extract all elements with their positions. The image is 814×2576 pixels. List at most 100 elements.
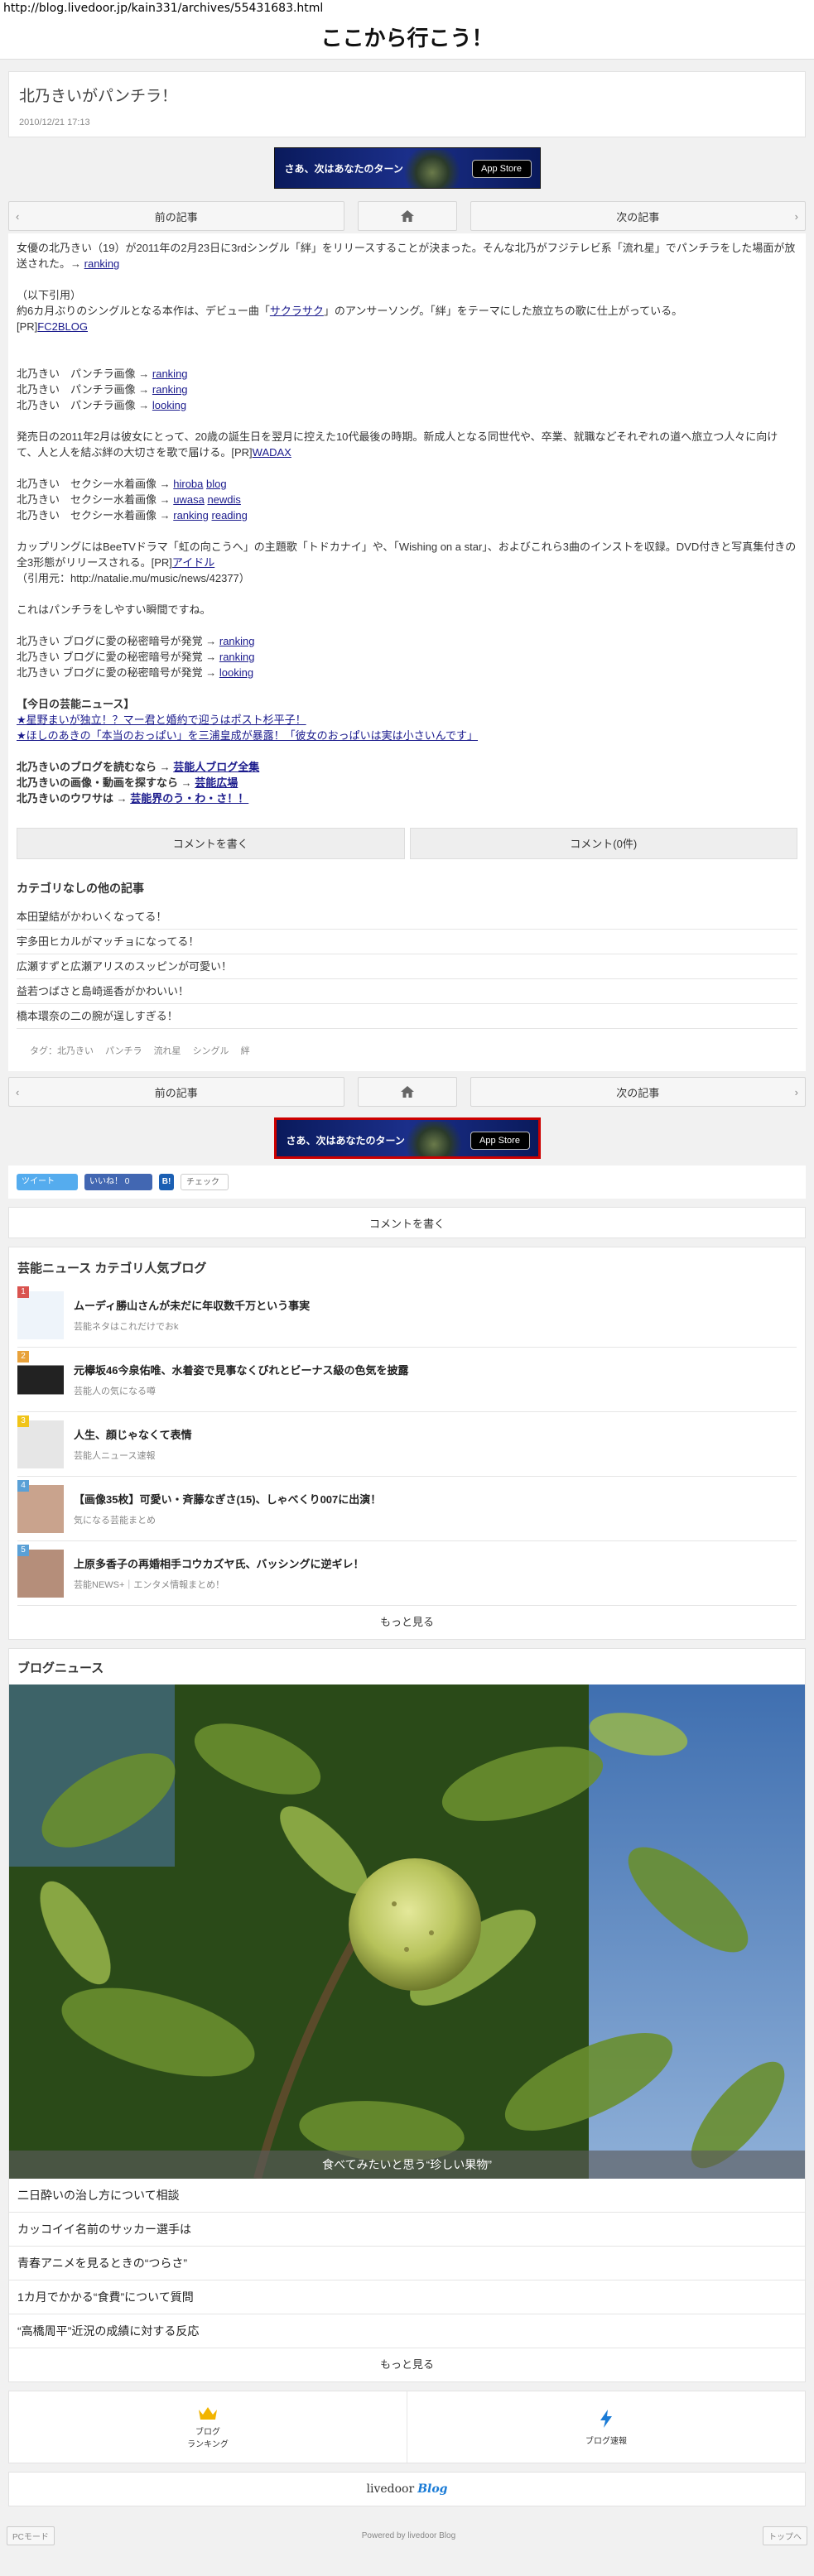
next-article-button[interactable]: 次の記事 › bbox=[470, 1077, 806, 1107]
sexy-line: 北乃きい セクシー水着画像 → hiroba blog bbox=[17, 478, 227, 490]
sexy-link[interactable]: reading bbox=[212, 509, 248, 521]
next-article-button[interactable]: 次の記事 › bbox=[470, 201, 806, 231]
popular-blogs: 芸能ニュース カテゴリ人気ブログ 1 ムーディ勝山さんが未だに年収数千万という事… bbox=[8, 1247, 806, 1640]
intro-link[interactable]: ranking bbox=[84, 257, 120, 270]
news-item[interactable]: 1カ月でかかる“食費”について質問 bbox=[9, 2280, 805, 2314]
crown-icon bbox=[199, 2407, 217, 2420]
tag[interactable]: パンチラ bbox=[105, 1046, 142, 1056]
app-store-badge: App Store bbox=[471, 160, 532, 178]
prev-article-button[interactable]: ‹ 前の記事 bbox=[8, 1077, 344, 1107]
ranking-source: 芸能NEWS+｜エンタメ情報まとめ！ bbox=[74, 1580, 225, 1590]
article-title: 北乃きいがパンチラ！ bbox=[19, 88, 177, 105]
sexy-link[interactable]: hiroba bbox=[173, 478, 203, 490]
write-comment-button[interactable]: コメントを書く bbox=[8, 1207, 806, 1238]
more-line: 北乃きいのウワサは → 芸能界のう・わ・さ！！ bbox=[17, 792, 249, 805]
blog-title[interactable]: ここから行こう！ bbox=[0, 18, 814, 60]
sexy-link[interactable]: uwasa bbox=[173, 493, 205, 506]
app-store-badge: App Store bbox=[470, 1132, 530, 1150]
other-article-item[interactable]: 本田望結がかわいくなってる！ bbox=[17, 905, 797, 930]
tweet-button[interactable]: ツイート bbox=[17, 1174, 78, 1190]
ranking-title: 人生、顔じゃなくて表情 bbox=[74, 1429, 192, 1441]
ranking-item[interactable]: 4 【画像35枚】可愛い・斉藤なぎさ(15)、しゃべくり007に出演！ 気になる芸… bbox=[17, 1477, 797, 1541]
other-article-item[interactable]: 益若つばさと島崎遥香がかわいい！ bbox=[17, 979, 797, 1004]
app-banner[interactable]: さあ、次はあなたのターン App Store bbox=[273, 147, 541, 189]
secret-link[interactable]: ranking bbox=[219, 651, 255, 663]
prev-label: 前の記事 bbox=[154, 1086, 198, 1099]
check-button[interactable]: チェック bbox=[181, 1174, 229, 1190]
tag[interactable]: 流れ星 bbox=[154, 1046, 181, 1056]
intro-text: 女優の北乃きい（19）が2011年の2月23日に3rdシングル「絆」をリリースす… bbox=[17, 242, 796, 270]
ranking-thumbnail bbox=[17, 1355, 64, 1404]
blog-breaking-label: ブログ速報 bbox=[585, 2436, 627, 2446]
social-buttons: ツイート いいね！ 0 B! チェック bbox=[8, 1165, 806, 1199]
banner-text: さあ、次はあなたのターン bbox=[286, 1135, 405, 1146]
more-link[interactable]: 芸能人ブログ全集 bbox=[173, 761, 259, 773]
chevron-right-icon: › bbox=[794, 209, 798, 223]
news-item[interactable]: “高橋周平”近況の成績に対する反応 bbox=[9, 2314, 805, 2348]
news-link[interactable]: ★ほしのあきの「本当のおっぱい」を三浦皇成が暴露！「彼女のおっぱいは実は小さいん… bbox=[17, 729, 478, 742]
panchira-link[interactable]: ranking bbox=[152, 383, 188, 396]
wadax-link[interactable]: WADAX bbox=[253, 446, 291, 459]
news-item[interactable]: カッコイイ名前のサッカー選手は bbox=[9, 2213, 805, 2247]
sexy-link[interactable]: newdis bbox=[207, 493, 240, 506]
ranking-item[interactable]: 5 上原多香子の再婚相手コウカズヤ氏、バッシングに逆ギレ！ 芸能NEWS+｜エンタ… bbox=[17, 1541, 797, 1606]
secret-link[interactable]: looking bbox=[219, 666, 253, 679]
write-comment-button[interactable]: コメントを書く bbox=[17, 828, 405, 859]
like-button[interactable]: いいね！ 0 bbox=[84, 1174, 152, 1190]
blog-ranking-label: ブログ ランキング bbox=[187, 2428, 229, 2449]
blog-ranking-link[interactable]: ブログ ランキング bbox=[9, 2391, 407, 2463]
pc-mode-button[interactable]: PCモード bbox=[7, 2526, 55, 2545]
sakurasaku-link[interactable]: サクラサク bbox=[270, 305, 324, 317]
banner-image bbox=[400, 1122, 467, 1156]
news-link[interactable]: ★星野まいが独立！？マー君と婚約で迎うはポスト杉平子！ bbox=[17, 714, 306, 726]
home-button[interactable] bbox=[357, 201, 457, 231]
panchira-link[interactable]: looking bbox=[152, 399, 186, 411]
other-article-item[interactable]: 広瀬すずと広瀬アリスのスッピンが可愛い！ bbox=[17, 954, 797, 979]
comment-count-button[interactable]: コメント(0件) bbox=[409, 828, 797, 859]
next-label: 次の記事 bbox=[616, 210, 660, 223]
news-item[interactable]: 二日酔いの治し方について相談 bbox=[9, 2179, 805, 2213]
tag[interactable]: シングル bbox=[193, 1046, 229, 1056]
secret-link[interactable]: ranking bbox=[219, 635, 255, 647]
livedoor-blog-logo[interactable]: livedoor Blog bbox=[8, 2472, 806, 2506]
sexy-link[interactable]: blog bbox=[206, 478, 227, 490]
panchira-link[interactable]: ranking bbox=[152, 368, 188, 380]
ranking-title: ムーディ勝山さんが未だに年収数千万という事実 bbox=[74, 1300, 311, 1312]
other-article-item[interactable]: 橋本環奈の二の腕が逞しすぎる！ bbox=[17, 1004, 797, 1029]
tag[interactable]: 絆 bbox=[241, 1046, 250, 1056]
idol-link[interactable]: アイドル bbox=[172, 556, 214, 569]
blog-breaking-link[interactable]: ブログ速報 bbox=[407, 2391, 805, 2463]
fc2blog-link[interactable]: FC2BLOG bbox=[37, 320, 88, 333]
ranking-item[interactable]: 3 人生、顔じゃなくて表情 芸能人ニュース速報 bbox=[17, 1412, 797, 1477]
livedoor-text: livedoor bbox=[366, 2482, 415, 2496]
chevron-left-icon: ‹ bbox=[16, 1085, 20, 1098]
more-link[interactable]: 芸能界のう・わ・さ！！ bbox=[130, 792, 248, 805]
footer: PCモード Powered by livedoor Blog トップへ bbox=[0, 2506, 814, 2564]
news-photo[interactable]: 食べてみたいと思う“珍しい果物” bbox=[9, 1684, 805, 2179]
app-banner[interactable]: さあ、次はあなたのターン App Store bbox=[273, 1117, 541, 1159]
other-articles-title: カテゴリなしの他の記事 bbox=[17, 882, 144, 895]
panchira-line: 北乃きい パンチラ画像 → ranking bbox=[17, 383, 188, 396]
ranking-item[interactable]: 2 元欅坂46今泉佑唯、水着姿で見事なくびれとビーナス級の色気を披露 芸能人の気に… bbox=[17, 1348, 797, 1412]
quote-text: 約6カ月ぶりのシングルとなる本作は、デビュー曲「 bbox=[17, 305, 270, 317]
more-link[interactable]: 芸能広場 bbox=[195, 776, 238, 789]
article-date: 2010/12/21 17:13 bbox=[19, 118, 90, 127]
other-article-item[interactable]: 宇多田ヒカルがマッチョになってる！ bbox=[17, 930, 797, 954]
blog-news: ブログニュース 食べてみたいと思う“珍しい果物” 二日酔いの治し方について相談 … bbox=[8, 1648, 806, 2382]
panchira-line: 北乃きい パンチラ画像 → ranking bbox=[17, 368, 188, 380]
news-more-link[interactable]: もっと見る bbox=[9, 2348, 805, 2381]
hatena-bookmark-button[interactable]: B! bbox=[159, 1174, 174, 1190]
ranking-item[interactable]: 1 ムーディ勝山さんが未だに年収数千万という事実 芸能ネタはこれだけでおk bbox=[17, 1283, 797, 1348]
blog-text: Blog bbox=[417, 2482, 448, 2496]
tag[interactable]: 北乃きい bbox=[57, 1046, 94, 1056]
ranking-title: 【画像35枚】可愛い・斉藤なぎさ(15)、しゃべくり007に出演！ bbox=[74, 1493, 382, 1506]
sexy-link[interactable]: ranking bbox=[173, 509, 209, 521]
fruit-tree-image bbox=[9, 1684, 805, 2179]
home-button[interactable] bbox=[357, 1077, 457, 1107]
ranking-thumbnail bbox=[17, 1549, 64, 1598]
prev-article-button[interactable]: ‹ 前の記事 bbox=[8, 201, 344, 231]
news-item[interactable]: 青春アニメを見るときの“つらさ” bbox=[9, 2247, 805, 2280]
ranking-more-link[interactable]: もっと見る bbox=[17, 1606, 797, 1639]
ranking-source: 芸能ネタはこれだけでおk bbox=[74, 1322, 179, 1332]
to-top-button[interactable]: トップへ bbox=[763, 2526, 807, 2545]
